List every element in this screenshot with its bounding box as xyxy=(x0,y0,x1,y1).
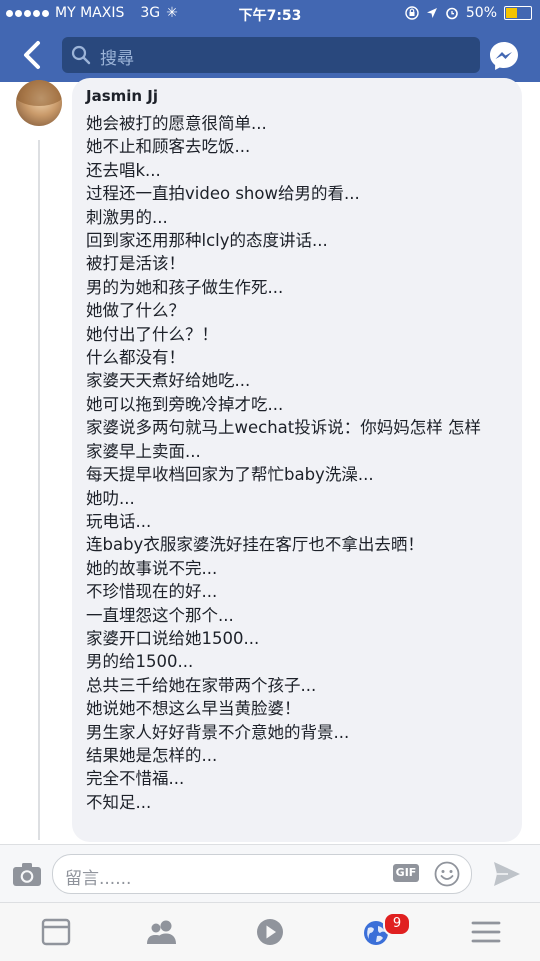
comment-line: 男的为她和孩子做生作死... xyxy=(86,277,284,297)
header-bar: MY MAXIS 3G ✳ 下午7:53 50% 搜尋 xyxy=(0,0,540,82)
nav-bar: 搜尋 xyxy=(0,30,540,82)
comment-line: 她付出了什么？！ xyxy=(86,324,218,344)
gif-button[interactable]: GIF xyxy=(393,864,419,882)
comment-line: 被打是活该！ xyxy=(86,254,185,274)
menu-icon[interactable] xyxy=(470,917,502,947)
status-bar: MY MAXIS 3G ✳ 下午7:53 50% xyxy=(0,0,540,28)
comment-line: 她会被打的愿意很简单... xyxy=(86,114,267,133)
comment-line: 刺激男的... xyxy=(86,207,168,227)
comment-line: 她做了什么？ xyxy=(86,301,185,321)
comment-line: 她可以拖到旁晚冷掉才吃... xyxy=(86,394,284,414)
camera-button[interactable] xyxy=(12,861,42,887)
comment-line: 玩电话... xyxy=(86,511,152,531)
comment-line: 结果她是怎样的... xyxy=(86,745,218,765)
comment-line: 完全不惜福... xyxy=(86,769,185,789)
comment-input-placeholder: 留言...... xyxy=(65,869,132,889)
comment-line: 回到家还用那种lcly的态度讲话... xyxy=(86,231,328,251)
battery-percent: 50% xyxy=(465,5,497,21)
comment-line: 她说她不想这么早当黄脸婆！ xyxy=(86,699,301,719)
comment-line: 不知足... xyxy=(86,792,152,812)
comment-line: 她不止和顾客去吃饭... xyxy=(86,137,251,157)
comment-line: 家婆早上卖面... xyxy=(86,441,201,461)
comment-line: 不珍惜现在的好... xyxy=(86,582,218,602)
battery-icon xyxy=(504,6,532,20)
news-feed-icon[interactable] xyxy=(40,917,72,947)
comment-line: 男生家人好好背景不介意她的背景... xyxy=(86,722,350,742)
comment-composer: 留言...... GIF xyxy=(0,844,540,903)
comment-line: 总共三千给她在家带两个孩子... xyxy=(86,675,317,695)
bottom-tab-bar xyxy=(0,902,540,961)
comment-input[interactable]: 留言...... GIF xyxy=(52,854,472,894)
comment-bubble: Jasmin Jj 她会被打的愿意很简单... 她不止和顾客去吃饭... 还去唱k.… xyxy=(72,78,522,842)
search-icon xyxy=(71,45,91,65)
thread-connector-line xyxy=(38,140,40,840)
comment-line: 还去唱k... xyxy=(86,160,161,180)
messenger-button[interactable] xyxy=(488,40,520,72)
send-button[interactable] xyxy=(492,860,522,888)
comment-line: 家婆开口说给她1500... xyxy=(86,628,260,648)
comment-line: 她的故事说不完... xyxy=(86,558,218,578)
video-icon[interactable] xyxy=(254,917,286,947)
comment-line: 男的给1500... xyxy=(86,652,194,672)
battery-fill xyxy=(506,8,517,18)
comment-line: 每天提早收档回家为了帮忙baby洗澡... xyxy=(86,465,374,485)
comment-line: 她叻... xyxy=(86,488,135,508)
emoji-button[interactable] xyxy=(434,861,460,887)
search-placeholder: 搜尋 xyxy=(100,49,134,69)
comment-text: 她会被打的愿意很简单... 她不止和顾客去吃饭... 还去唱k... 过程还一直拍vi… xyxy=(86,112,512,814)
avatar[interactable] xyxy=(16,80,62,126)
rotation-lock-icon xyxy=(405,6,419,20)
comment-line: 什么都没有！ xyxy=(86,348,185,368)
location-icon xyxy=(426,8,437,18)
friends-icon[interactable] xyxy=(146,917,178,947)
notification-badge: 9 xyxy=(383,912,411,936)
comment-line: 家婆天天煮好给她吃... xyxy=(86,371,251,391)
comment-line: 家婆说多两句就马上wechat投诉说：你妈妈怎样 怎样 xyxy=(86,418,482,438)
comment-line: 连baby衣服家婆洗好挂在客厅也不拿出去晒！ xyxy=(86,535,424,555)
alarm-icon xyxy=(446,7,458,20)
status-indicators: 50% xyxy=(405,5,532,21)
comment-line: 一直埋怨这个那个... xyxy=(86,605,234,625)
comment-line: 过程还一直拍video show给男的看... xyxy=(86,184,360,204)
search-input[interactable]: 搜尋 xyxy=(62,37,480,73)
comment-author[interactable]: Jasmin Jj xyxy=(86,87,158,105)
back-button[interactable] xyxy=(18,38,48,72)
